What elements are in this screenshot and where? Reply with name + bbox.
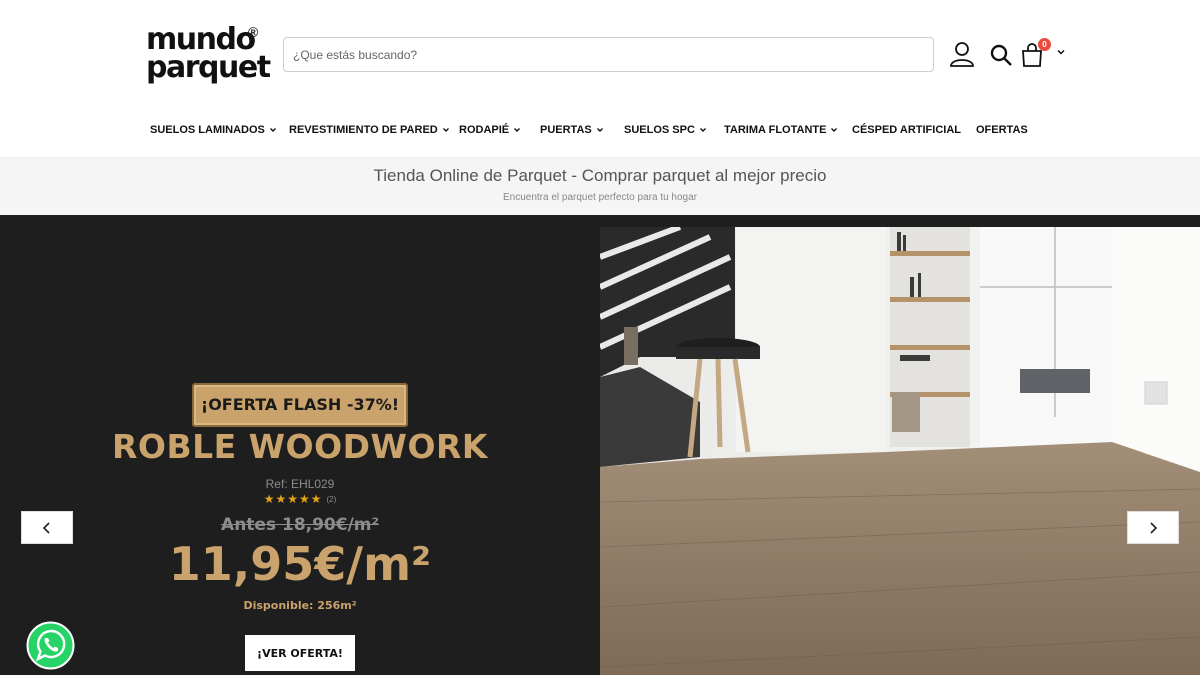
slider-prev-button[interactable] <box>21 511 73 544</box>
page-title: Tienda Online de Parquet - Comprar parqu… <box>373 166 827 185</box>
nav-item-label: TARIMA FLOTANTE <box>724 124 827 136</box>
availability-text: Disponible: 256m² <box>243 599 357 612</box>
chevron-down-icon[interactable] <box>1056 47 1066 57</box>
nav-item-label: SUELOS SPC <box>624 124 695 136</box>
view-offer-button[interactable]: ¡VER OFERTA! <box>245 635 355 671</box>
nav-item-label: OFERTAS <box>976 124 1028 136</box>
search-box[interactable] <box>283 37 934 72</box>
offer-panel: ¡OFERTA FLASH -37%! ROBLE WOODWORK Ref: … <box>0 215 600 675</box>
chevron-down-icon <box>596 128 603 132</box>
nav-item-tarima-flotante[interactable]: TARIMA FLOTANTE <box>724 124 838 136</box>
nav-item-cesped-artificial[interactable]: CÉSPED ARTIFICIAL <box>852 124 961 136</box>
review-count: (2) <box>326 495 337 505</box>
star-icons: ★★★★★ <box>263 492 323 506</box>
whatsapp-icon[interactable] <box>26 621 75 670</box>
search-input[interactable] <box>284 38 933 71</box>
nav-item-suelos-laminados[interactable]: SUELOS LAMINADOS <box>150 124 277 136</box>
chevron-down-icon <box>442 128 449 132</box>
product-name: ROBLE WOODWORK <box>111 427 488 466</box>
site-header: mundo parquet ® 0 SUELOS LAMINADOS REVES… <box>0 0 1200 157</box>
page-subtitle: Encuentra el parquet perfecto para tu ho… <box>502 192 698 203</box>
nav-item-label: RODAPIÉ <box>459 124 510 136</box>
hero-slider: ¡OFERTA FLASH -37%! ROBLE WOODWORK Ref: … <box>0 215 1200 675</box>
nav-item-suelos-spc[interactable]: SUELOS SPC <box>624 124 707 136</box>
flash-offer-badge: ¡OFERTA FLASH -37%! <box>192 383 408 427</box>
chevron-left-icon <box>42 521 50 534</box>
nav-item-label: SUELOS LAMINADOS <box>150 124 265 136</box>
chevron-down-icon <box>831 128 838 132</box>
rating-stars: ★★★★★ (2) <box>0 492 600 506</box>
chevron-down-icon <box>514 128 521 132</box>
cart-count-badge: 0 <box>1038 38 1051 51</box>
chevron-right-icon <box>1150 521 1158 534</box>
old-price: Antes 18,90€/m² <box>221 515 379 535</box>
nav-item-puertas[interactable]: PUERTAS <box>540 124 604 136</box>
hero-room-image <box>600 227 1200 675</box>
product-ref: Ref: EHL029 <box>265 477 335 491</box>
nav-item-ofertas[interactable]: OFERTAS <box>976 124 1028 136</box>
nav-item-label: CÉSPED ARTIFICIAL <box>852 124 961 136</box>
chevron-down-icon <box>269 128 276 132</box>
nav-item-rodapie[interactable]: RODAPIÉ <box>459 124 521 136</box>
slider-next-button[interactable] <box>1127 511 1179 544</box>
nav-item-label: REVESTIMIENTO DE PARED <box>289 124 438 136</box>
living-room-floor-image <box>600 227 1200 675</box>
nav-item-revestimiento-de-pared[interactable]: REVESTIMIENTO DE PARED <box>289 124 450 136</box>
user-icon[interactable] <box>949 41 975 67</box>
current-price: 11,95€/m² <box>168 537 432 591</box>
mundo-parquet-logo[interactable]: mundo parquet ® <box>146 24 271 86</box>
registered-mark: ® <box>248 24 259 40</box>
tagline-band: Tienda Online de Parquet - Comprar parqu… <box>0 157 1200 215</box>
chevron-down-icon <box>699 128 706 132</box>
logo-line-2: parquet <box>146 50 271 85</box>
main-nav: SUELOS LAMINADOS REVESTIMIENTO DE PARED … <box>0 118 1200 144</box>
nav-item-label: PUERTAS <box>540 124 592 136</box>
search-icon[interactable] <box>989 43 1013 67</box>
